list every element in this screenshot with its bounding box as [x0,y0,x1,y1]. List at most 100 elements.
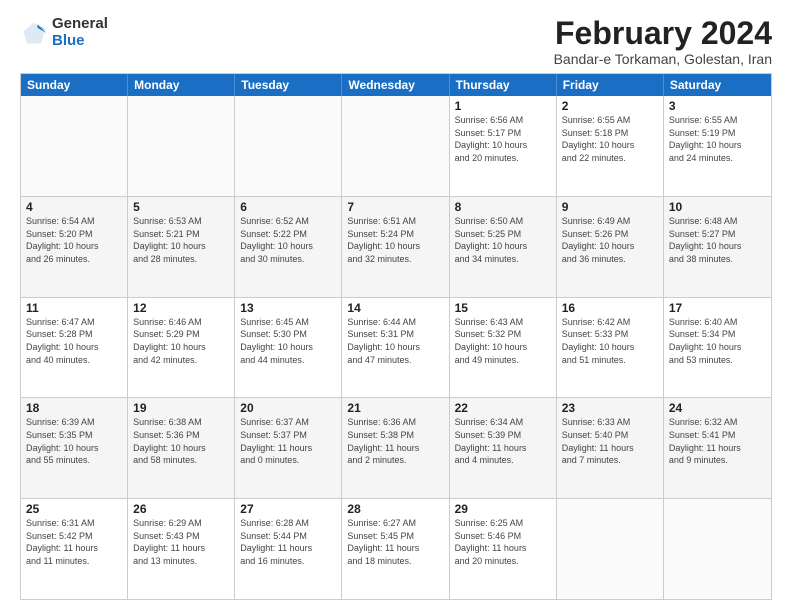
month-title: February 2024 [554,16,772,51]
day-detail: Sunrise: 6:37 AM Sunset: 5:37 PM Dayligh… [240,416,336,466]
location-subtitle: Bandar-e Torkaman, Golestan, Iran [554,51,772,67]
calendar-cell: 14Sunrise: 6:44 AM Sunset: 5:31 PM Dayli… [342,298,449,398]
day-number: 2 [562,99,658,113]
day-detail: Sunrise: 6:45 AM Sunset: 5:30 PM Dayligh… [240,316,336,366]
day-detail: Sunrise: 6:36 AM Sunset: 5:38 PM Dayligh… [347,416,443,466]
calendar-cell: 2Sunrise: 6:55 AM Sunset: 5:18 PM Daylig… [557,96,664,196]
calendar-header-cell: Monday [128,74,235,96]
day-detail: Sunrise: 6:28 AM Sunset: 5:44 PM Dayligh… [240,517,336,567]
calendar-row: 18Sunrise: 6:39 AM Sunset: 5:35 PM Dayli… [21,397,771,498]
day-detail: Sunrise: 6:42 AM Sunset: 5:33 PM Dayligh… [562,316,658,366]
calendar-cell: 16Sunrise: 6:42 AM Sunset: 5:33 PM Dayli… [557,298,664,398]
day-number: 8 [455,200,551,214]
logo-general-text: General [52,16,108,33]
calendar-cell: 22Sunrise: 6:34 AM Sunset: 5:39 PM Dayli… [450,398,557,498]
calendar-cell: 18Sunrise: 6:39 AM Sunset: 5:35 PM Dayli… [21,398,128,498]
day-number: 7 [347,200,443,214]
day-detail: Sunrise: 6:32 AM Sunset: 5:41 PM Dayligh… [669,416,766,466]
calendar-cell: 11Sunrise: 6:47 AM Sunset: 5:28 PM Dayli… [21,298,128,398]
calendar-cell: 13Sunrise: 6:45 AM Sunset: 5:30 PM Dayli… [235,298,342,398]
calendar-cell: 27Sunrise: 6:28 AM Sunset: 5:44 PM Dayli… [235,499,342,599]
logo-text: General Blue [52,16,108,49]
calendar-row: 1Sunrise: 6:56 AM Sunset: 5:17 PM Daylig… [21,96,771,196]
day-detail: Sunrise: 6:55 AM Sunset: 5:18 PM Dayligh… [562,114,658,164]
calendar-cell [342,96,449,196]
calendar-header-cell: Wednesday [342,74,449,96]
calendar-cell [557,499,664,599]
calendar-cell: 29Sunrise: 6:25 AM Sunset: 5:46 PM Dayli… [450,499,557,599]
day-detail: Sunrise: 6:48 AM Sunset: 5:27 PM Dayligh… [669,215,766,265]
calendar-body: 1Sunrise: 6:56 AM Sunset: 5:17 PM Daylig… [21,96,771,599]
day-detail: Sunrise: 6:55 AM Sunset: 5:19 PM Dayligh… [669,114,766,164]
calendar-header-row: SundayMondayTuesdayWednesdayThursdayFrid… [21,74,771,96]
day-detail: Sunrise: 6:47 AM Sunset: 5:28 PM Dayligh… [26,316,122,366]
calendar-cell: 26Sunrise: 6:29 AM Sunset: 5:43 PM Dayli… [128,499,235,599]
day-number: 20 [240,401,336,415]
calendar-cell: 25Sunrise: 6:31 AM Sunset: 5:42 PM Dayli… [21,499,128,599]
calendar-cell: 23Sunrise: 6:33 AM Sunset: 5:40 PM Dayli… [557,398,664,498]
calendar-header-cell: Sunday [21,74,128,96]
day-detail: Sunrise: 6:46 AM Sunset: 5:29 PM Dayligh… [133,316,229,366]
title-block: February 2024 Bandar-e Torkaman, Golesta… [554,16,772,67]
calendar-cell: 17Sunrise: 6:40 AM Sunset: 5:34 PM Dayli… [664,298,771,398]
calendar-cell: 3Sunrise: 6:55 AM Sunset: 5:19 PM Daylig… [664,96,771,196]
day-number: 23 [562,401,658,415]
day-detail: Sunrise: 6:27 AM Sunset: 5:45 PM Dayligh… [347,517,443,567]
day-detail: Sunrise: 6:39 AM Sunset: 5:35 PM Dayligh… [26,416,122,466]
day-number: 1 [455,99,551,113]
day-number: 4 [26,200,122,214]
calendar-cell [128,96,235,196]
day-detail: Sunrise: 6:25 AM Sunset: 5:46 PM Dayligh… [455,517,551,567]
day-detail: Sunrise: 6:52 AM Sunset: 5:22 PM Dayligh… [240,215,336,265]
day-number: 11 [26,301,122,315]
day-detail: Sunrise: 6:40 AM Sunset: 5:34 PM Dayligh… [669,316,766,366]
calendar-cell: 28Sunrise: 6:27 AM Sunset: 5:45 PM Dayli… [342,499,449,599]
day-detail: Sunrise: 6:56 AM Sunset: 5:17 PM Dayligh… [455,114,551,164]
calendar-cell: 4Sunrise: 6:54 AM Sunset: 5:20 PM Daylig… [21,197,128,297]
day-number: 22 [455,401,551,415]
logo-icon [20,19,48,47]
logo: General Blue [20,16,108,49]
page: General Blue February 2024 Bandar-e Tork… [0,0,792,612]
day-number: 29 [455,502,551,516]
day-detail: Sunrise: 6:33 AM Sunset: 5:40 PM Dayligh… [562,416,658,466]
day-detail: Sunrise: 6:44 AM Sunset: 5:31 PM Dayligh… [347,316,443,366]
calendar-cell: 20Sunrise: 6:37 AM Sunset: 5:37 PM Dayli… [235,398,342,498]
day-number: 12 [133,301,229,315]
day-detail: Sunrise: 6:54 AM Sunset: 5:20 PM Dayligh… [26,215,122,265]
day-number: 14 [347,301,443,315]
calendar-header-cell: Tuesday [235,74,342,96]
calendar-cell: 6Sunrise: 6:52 AM Sunset: 5:22 PM Daylig… [235,197,342,297]
calendar-header-cell: Friday [557,74,664,96]
day-number: 5 [133,200,229,214]
calendar-header-cell: Saturday [664,74,771,96]
calendar-row: 11Sunrise: 6:47 AM Sunset: 5:28 PM Dayli… [21,297,771,398]
day-detail: Sunrise: 6:29 AM Sunset: 5:43 PM Dayligh… [133,517,229,567]
calendar: SundayMondayTuesdayWednesdayThursdayFrid… [20,73,772,600]
calendar-cell: 19Sunrise: 6:38 AM Sunset: 5:36 PM Dayli… [128,398,235,498]
calendar-cell [21,96,128,196]
day-number: 18 [26,401,122,415]
day-detail: Sunrise: 6:31 AM Sunset: 5:42 PM Dayligh… [26,517,122,567]
calendar-cell: 8Sunrise: 6:50 AM Sunset: 5:25 PM Daylig… [450,197,557,297]
calendar-cell [235,96,342,196]
day-number: 15 [455,301,551,315]
day-number: 6 [240,200,336,214]
day-number: 17 [669,301,766,315]
calendar-cell: 24Sunrise: 6:32 AM Sunset: 5:41 PM Dayli… [664,398,771,498]
day-number: 9 [562,200,658,214]
calendar-header-cell: Thursday [450,74,557,96]
day-detail: Sunrise: 6:53 AM Sunset: 5:21 PM Dayligh… [133,215,229,265]
header: General Blue February 2024 Bandar-e Tork… [20,16,772,67]
calendar-cell: 21Sunrise: 6:36 AM Sunset: 5:38 PM Dayli… [342,398,449,498]
day-number: 27 [240,502,336,516]
day-number: 25 [26,502,122,516]
logo-blue-text: Blue [52,33,108,50]
day-number: 16 [562,301,658,315]
day-number: 24 [669,401,766,415]
calendar-cell: 5Sunrise: 6:53 AM Sunset: 5:21 PM Daylig… [128,197,235,297]
calendar-cell: 7Sunrise: 6:51 AM Sunset: 5:24 PM Daylig… [342,197,449,297]
day-detail: Sunrise: 6:34 AM Sunset: 5:39 PM Dayligh… [455,416,551,466]
day-number: 21 [347,401,443,415]
day-detail: Sunrise: 6:51 AM Sunset: 5:24 PM Dayligh… [347,215,443,265]
